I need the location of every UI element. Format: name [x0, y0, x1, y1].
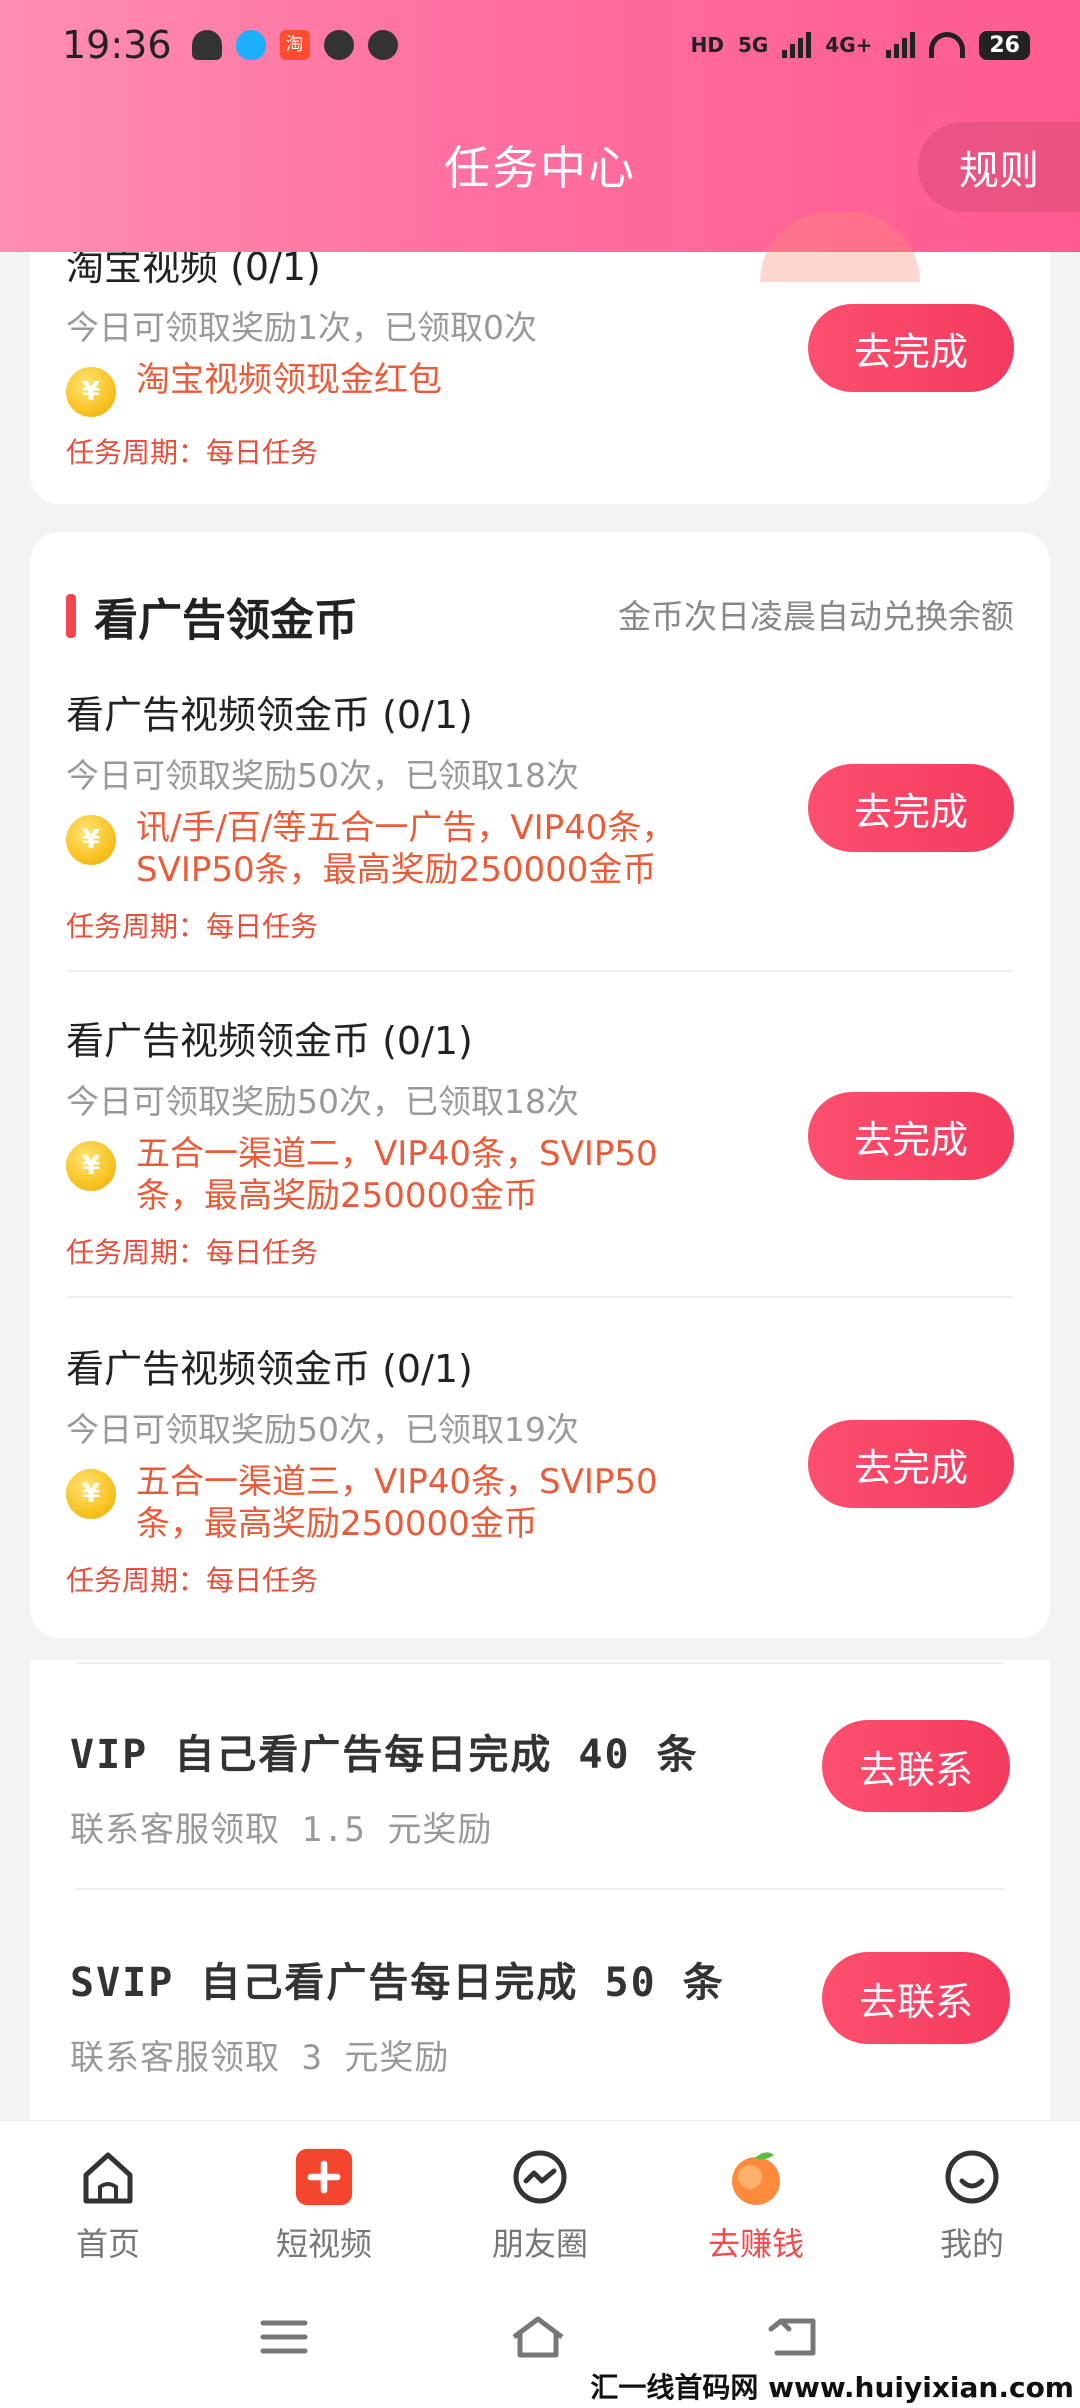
complete-button[interactable]: 去完成 — [808, 764, 1014, 852]
bottom-navigation: 首页 短视频 朋友圈 去赚钱 我的 — [0, 2120, 1080, 2270]
network-4g-label: 4G+ — [825, 33, 873, 57]
network-5g-label: 5G — [737, 33, 769, 57]
rules-button[interactable]: 规则 — [918, 122, 1080, 212]
divider — [76, 1662, 1004, 1664]
nav-mine[interactable]: 我的 — [864, 2121, 1080, 2270]
complete-button[interactable]: 去完成 — [808, 1420, 1014, 1508]
moments-icon — [510, 2147, 570, 2207]
task-cycle: 任务周期：每日任务 — [66, 1236, 319, 1269]
task-title: 看广告视频领金币 (0/1) — [66, 693, 473, 737]
coin-icon: ¥ — [66, 1469, 116, 1519]
task-title: 看广告视频领金币 (0/1) — [66, 1019, 473, 1063]
home-system-icon[interactable] — [508, 2315, 568, 2363]
message-icon — [367, 30, 398, 60]
peach-icon — [726, 2147, 786, 2207]
nav-label: 朋友圈 — [491, 2225, 588, 2263]
nav-label: 短视频 — [275, 2225, 372, 2263]
notification-icons: 淘 — [191, 30, 398, 60]
smile-icon — [942, 2147, 1002, 2207]
status-time: 19:36 — [62, 23, 172, 67]
nav-home[interactable]: 首页 — [0, 2121, 216, 2270]
contact-button[interactable]: 去联系 — [822, 1952, 1010, 2044]
battery-indicator: 26 — [979, 30, 1030, 60]
task-cycle: 任务周期：每日任务 — [66, 910, 319, 943]
header-decoration — [760, 212, 920, 282]
svip-row: SVIP 自己看广告每日完成 50 条 联系客服领取 3 元奖励 去联系 — [70, 1950, 1010, 2079]
ad-section-card: 看广告领金币 金币次日凌晨自动兑换余额 看广告视频领金币 (0/1) 今日可领取… — [30, 532, 1050, 1638]
task-title: 看广告视频领金币 (0/1) — [66, 1347, 473, 1391]
task-cycle: 任务周期：每日任务 — [66, 436, 319, 469]
nav-moments[interactable]: 朋友圈 — [432, 2121, 648, 2270]
home-icon — [78, 2147, 138, 2207]
taobao-icon: 淘 — [279, 30, 310, 60]
coin-icon: ¥ — [66, 367, 116, 417]
watermark: 汇一线首码网 www.huiyixian.com — [590, 2366, 1074, 2406]
nav-label: 首页 — [75, 2225, 140, 2263]
nav-short-video[interactable]: 短视频 — [216, 2121, 432, 2270]
divider — [66, 970, 1014, 972]
wechat-icon — [323, 30, 354, 60]
section-marker — [66, 594, 76, 638]
coin-icon: ¥ — [66, 1141, 116, 1191]
back-icon[interactable] — [767, 2315, 821, 2363]
status-indicators: HD 5G 4G+ 26 — [690, 30, 1030, 60]
task-cycle: 任务周期：每日任务 — [66, 1564, 319, 1597]
contact-button[interactable]: 去联系 — [822, 1720, 1010, 1812]
qq-icon — [235, 30, 266, 60]
vip-card: VIP 自己看广告每日完成 40 条 联系客服领取 1.5 元奖励 去联系 SV… — [30, 1660, 1050, 2120]
divider — [76, 1888, 1004, 1890]
section-note: 金币次日凌晨自动兑换余额 — [618, 597, 1014, 636]
complete-button[interactable]: 去完成 — [808, 304, 1014, 392]
nav-label: 去赚钱 — [707, 2225, 804, 2263]
plus-video-icon — [294, 2147, 354, 2207]
signal-icon-2 — [886, 32, 916, 58]
section-title-text: 看广告领金币 — [94, 595, 358, 646]
reward-text: 淘宝视频领现金红包 — [136, 360, 442, 400]
reward-text: 讯/手/百/等五合一广告，VIP40条，SVIP50条，最高奖励250000金币 — [136, 808, 676, 890]
cloud-icon — [191, 30, 222, 60]
divider — [66, 1296, 1014, 1298]
signal-icon — [782, 32, 812, 58]
header: 19:36 淘 HD 5G 4G+ 26 任务中心 规则 — [0, 0, 1080, 282]
section-title: 看广告领金币 — [66, 584, 358, 648]
hd-badge: HD — [690, 33, 724, 57]
wifi-icon — [929, 32, 966, 58]
coin-icon: ¥ — [66, 815, 116, 865]
nav-earn[interactable]: 去赚钱 — [648, 2121, 864, 2270]
vip-row: VIP 自己看广告每日完成 40 条 联系客服领取 1.5 元奖励 去联系 — [70, 1720, 1010, 1851]
menu-icon[interactable] — [259, 2317, 309, 2361]
complete-button[interactable]: 去完成 — [808, 1092, 1014, 1180]
nav-label: 我的 — [939, 2225, 1004, 2263]
reward-text: 五合一渠道三，VIP40条，SVIP50条，最高奖励250000金币 — [136, 1462, 658, 1544]
status-bar: 19:36 淘 HD 5G 4G+ 26 — [62, 20, 1030, 70]
reward-text: 五合一渠道二，VIP40条，SVIP50条，最高奖励250000金币 — [136, 1134, 658, 1216]
